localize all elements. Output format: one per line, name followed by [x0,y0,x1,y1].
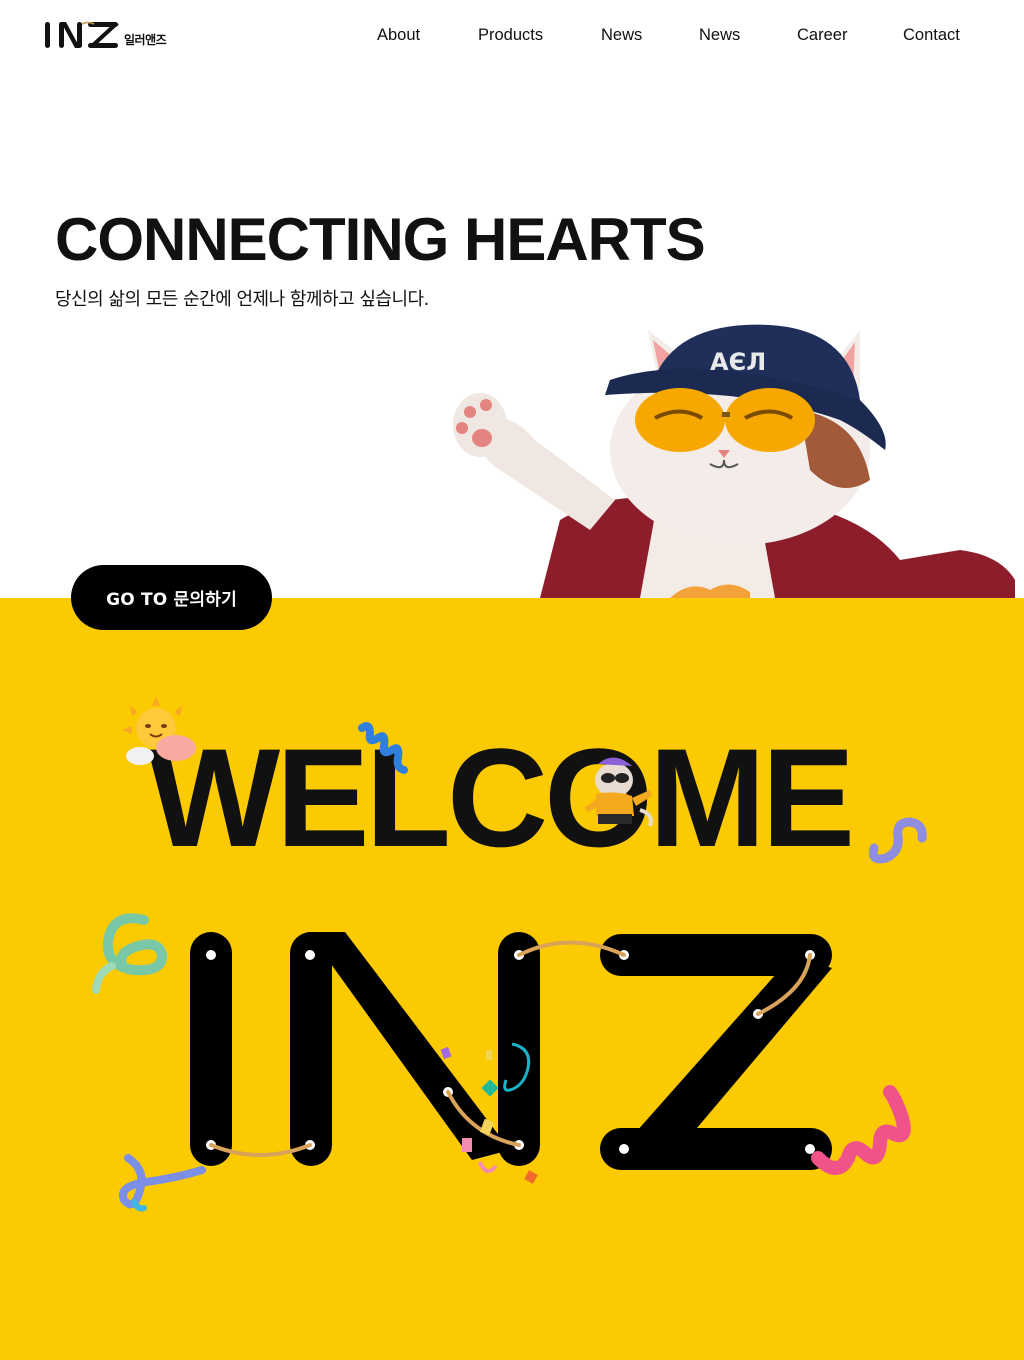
cat-character-icon [580,750,656,832]
nav-products[interactable]: Products [478,26,543,45]
contact-cta-button[interactable]: GO TO 문의하기 [71,565,272,630]
lavender-squiggle-icon [866,808,938,870]
green-swirl-icon [88,906,180,998]
hero-subtitle: 당신의 삶의 모든 순간에 언제나 함께하고 싶습니다. [55,289,429,310]
nav-news[interactable]: News [601,26,642,45]
nav-about[interactable]: About [377,26,420,45]
blue-ribbon-icon [116,1150,212,1218]
pink-spring-icon [808,1078,916,1184]
confetti-icon [436,1038,546,1188]
nav-contact[interactable]: Contact [903,26,960,45]
nav-career[interactable]: Career [797,26,847,45]
site-header: 일러앤즈 About Products News News Career Con… [0,0,1024,80]
cat-illustration: АЄЛ [440,300,1024,598]
hero-title: CONNECTING HEARTS [55,206,706,273]
sun-cloud-icon [118,692,200,768]
blue-spring-icon [356,720,410,776]
main-nav: About Products News News Career Contact [0,26,1024,50]
nav-news-2[interactable]: News [699,26,740,45]
svg-text:АЄЛ: АЄЛ [710,348,766,376]
welcome-title: WELCOME [148,719,855,876]
